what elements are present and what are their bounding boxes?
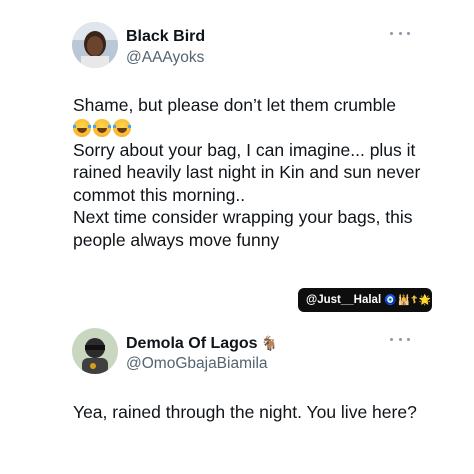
tweet-text: Shame, but please don’t let them crumble… — [73, 94, 453, 251]
goat-emoji-icon: 🐐 — [260, 335, 279, 351]
author-name-text: Demola Of Lagos — [126, 335, 258, 352]
author-handle[interactable]: @AAAyoks — [126, 49, 204, 67]
watermark-badge: @Just__Halal 🧿🕌☦🌟 — [298, 288, 432, 312]
face-with-tears-of-joy-icon — [93, 118, 111, 137]
tweet-line: Yea, rained through the night. You live … — [73, 402, 417, 422]
tweet-line: Sorry about your bag, I can imagine... p… — [73, 139, 421, 205]
author-name[interactable]: Black Bird — [126, 28, 205, 46]
author-handle[interactable]: @OmoGbajaBiamila — [126, 355, 268, 373]
avatar-photo-icon — [72, 328, 118, 374]
avatar-photo-icon — [72, 22, 118, 68]
face-with-tears-of-joy-icon — [73, 118, 91, 137]
more-options-icon[interactable] — [390, 28, 410, 38]
tweet-text: Yea, rained through the night. You live … — [73, 401, 453, 424]
avatar[interactable] — [72, 328, 118, 374]
tweet-line: Shame, but please don’t let them crumble — [73, 95, 396, 115]
avatar[interactable] — [72, 22, 118, 68]
watermark-label: @Just__Halal — [306, 294, 382, 306]
screenshot-page: Black Bird @AAAyoks Shame, but please do… — [0, 0, 474, 474]
author-name[interactable]: Demola Of Lagos 🐐 — [126, 334, 278, 353]
more-options-icon[interactable] — [390, 334, 410, 344]
tweet-line: Next time consider wrapping your bags, t… — [73, 207, 413, 250]
watermark-emojis: 🧿🕌☦🌟 — [384, 294, 432, 306]
face-with-tears-of-joy-icon — [113, 118, 131, 137]
emoji-row — [73, 117, 453, 139]
